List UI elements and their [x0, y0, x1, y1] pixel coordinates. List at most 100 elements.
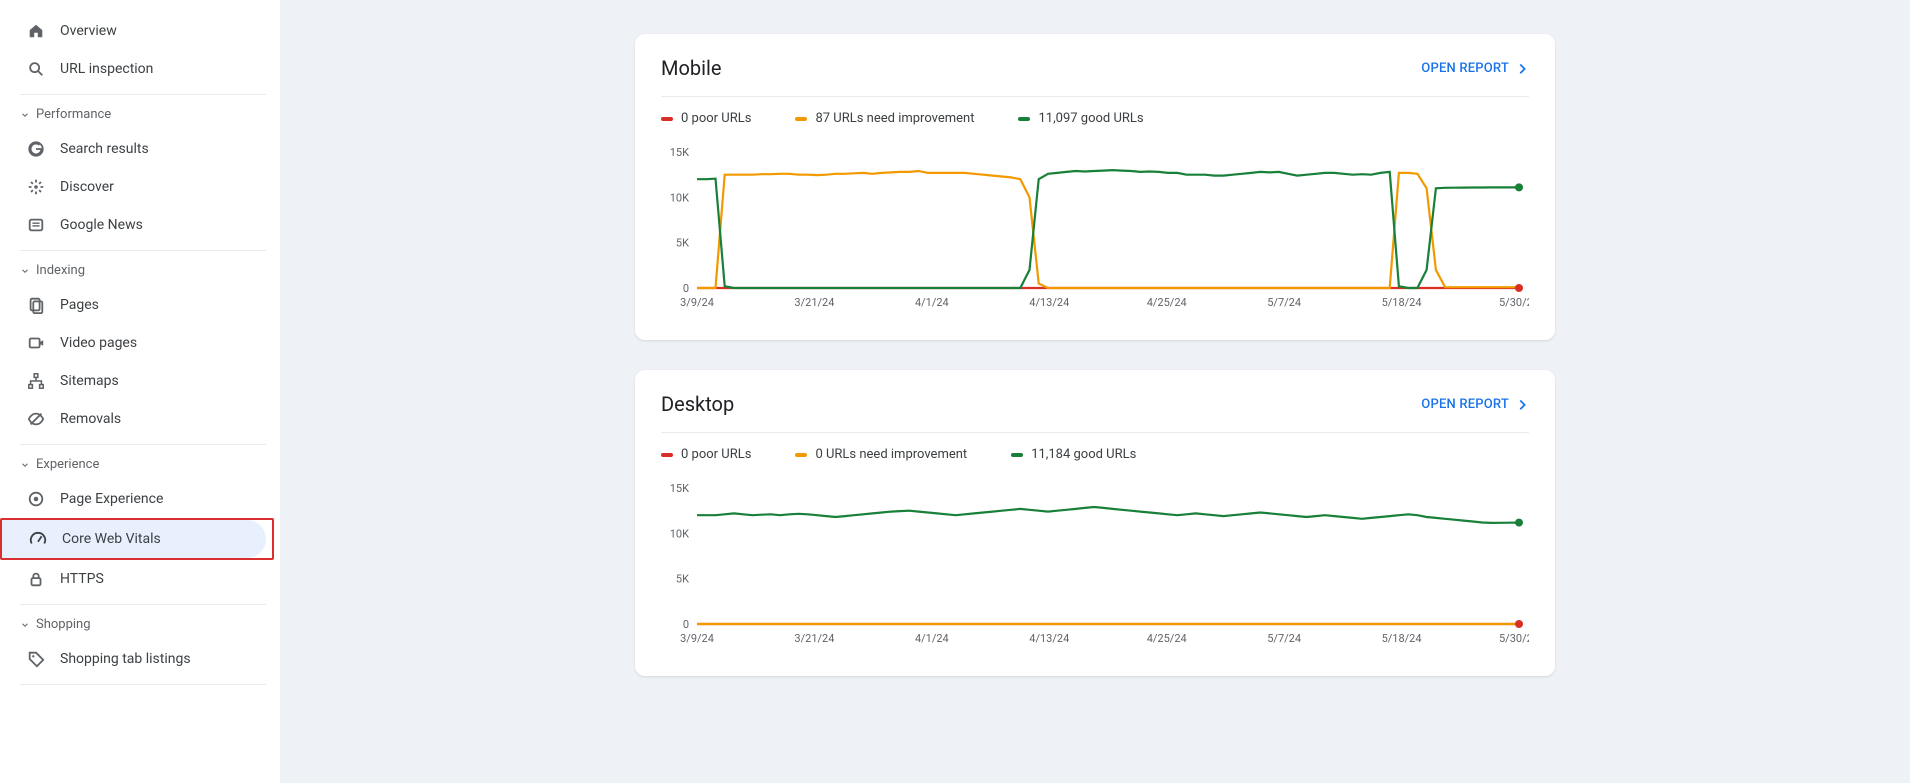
- svg-text:4/25/24: 4/25/24: [1147, 296, 1187, 309]
- sidebar-item-label: Search results: [60, 141, 149, 157]
- chevron-down-icon: [20, 620, 32, 630]
- svg-text:5K: 5K: [676, 237, 689, 250]
- search-icon: [26, 59, 46, 79]
- card-desktop: Desktop OPEN REPORT 0 poor URLs 0 URLs n…: [635, 370, 1555, 676]
- lock-icon: [26, 569, 46, 589]
- sidebar-item-label: Page Experience: [60, 491, 163, 507]
- sidebar-item-removals[interactable]: Removals: [0, 400, 264, 438]
- card-title: Mobile: [661, 56, 721, 80]
- divider: [20, 684, 266, 685]
- discover-icon: [26, 177, 46, 197]
- sidebar-item-overview[interactable]: Overview: [0, 12, 264, 50]
- sidebar-item-video pages[interactable]: Video pages: [0, 324, 264, 362]
- sidebar-item-core web vitals[interactable]: Core Web Vitals: [2, 520, 266, 558]
- sidebar-item-label: Shopping tab listings: [60, 651, 191, 667]
- legend-label: 11,184 good URLs: [1031, 447, 1136, 462]
- sidebar-item-search results[interactable]: Search results: [0, 130, 264, 168]
- svg-text:3/9/24: 3/9/24: [680, 632, 714, 645]
- chevron-down-icon: [20, 266, 32, 276]
- chevron-right-icon: [1515, 397, 1529, 411]
- sidebar-item-label: Overview: [60, 23, 117, 39]
- legend-label: 11,097 good URLs: [1038, 111, 1143, 126]
- legend-label: 0 poor URLs: [681, 111, 751, 126]
- chart-series-need: [697, 171, 1519, 288]
- tag-icon: [26, 649, 46, 669]
- pages-icon: [26, 295, 46, 315]
- legend-swatch: [661, 453, 673, 457]
- svg-text:10K: 10K: [670, 527, 689, 540]
- chart-series-good: [697, 507, 1519, 523]
- sidebar-group-label: Indexing: [36, 263, 85, 278]
- sidebar-item-label: HTTPS: [60, 571, 104, 587]
- legend-swatch: [795, 453, 807, 457]
- svg-text:10K: 10K: [670, 191, 689, 204]
- svg-text:0: 0: [683, 282, 689, 295]
- svg-text:5K: 5K: [676, 573, 689, 586]
- sidebar-item-url inspection[interactable]: URL inspection: [0, 50, 264, 88]
- svg-text:4/1/24: 4/1/24: [915, 632, 949, 645]
- svg-text:4/13/24: 4/13/24: [1029, 632, 1069, 645]
- sidebar-item-label: Video pages: [60, 335, 137, 351]
- sidebar-item-page experience[interactable]: Page Experience: [0, 480, 264, 518]
- legend-label: 0 URLs need improvement: [815, 447, 967, 462]
- sidebar-group-header[interactable]: Shopping: [0, 609, 280, 640]
- sidebar-group-header[interactable]: Performance: [0, 99, 280, 130]
- legend-item-good: 11,184 good URLs: [1011, 447, 1136, 462]
- legend-swatch: [795, 117, 807, 121]
- svg-text:5/7/24: 5/7/24: [1267, 296, 1301, 309]
- chevron-right-icon: [1515, 61, 1529, 75]
- svg-text:5/18/24: 5/18/24: [1382, 632, 1422, 645]
- sidebar-item-label: Discover: [60, 179, 114, 195]
- sidebar-item-label: Removals: [60, 411, 121, 427]
- svg-text:3/9/24: 3/9/24: [680, 296, 714, 309]
- sidebar-group-header[interactable]: Indexing: [0, 255, 280, 286]
- sidebar-item-label: Google News: [60, 217, 143, 233]
- sidebar-item-google news[interactable]: Google News: [0, 206, 264, 244]
- chart: 05K10K15K3/9/243/21/244/1/244/13/244/25/…: [661, 132, 1529, 322]
- svg-text:3/21/24: 3/21/24: [794, 296, 834, 309]
- sidebar-group-label: Experience: [36, 457, 99, 472]
- sidebar-item-shopping tab listings[interactable]: Shopping tab listings: [0, 640, 264, 678]
- removal-icon: [26, 409, 46, 429]
- chart: 05K10K15K3/9/243/21/244/1/244/13/244/25/…: [661, 468, 1529, 658]
- sidebar-item-label: Pages: [60, 297, 99, 313]
- legend-label: 0 poor URLs: [681, 447, 751, 462]
- divider: [20, 94, 266, 95]
- sidebar-group-label: Performance: [36, 107, 111, 122]
- sidebar-item-label: URL inspection: [60, 61, 153, 77]
- divider: [20, 250, 266, 251]
- svg-text:15K: 15K: [670, 482, 689, 495]
- sidebar-group-label: Shopping: [36, 617, 91, 632]
- divider: [20, 604, 266, 605]
- sidebar-item-label: Core Web Vitals: [62, 531, 161, 547]
- sidebar-item-https[interactable]: HTTPS: [0, 560, 264, 598]
- chevron-down-icon: [20, 110, 32, 120]
- legend: 0 poor URLs 0 URLs need improvement 11,1…: [661, 447, 1529, 462]
- svg-text:15K: 15K: [670, 146, 689, 159]
- card-title: Desktop: [661, 392, 734, 416]
- svg-text:4/25/24: 4/25/24: [1147, 632, 1187, 645]
- chart-series-good: [697, 170, 1519, 288]
- sidebar-item-pages[interactable]: Pages: [0, 286, 264, 324]
- g-icon: [26, 139, 46, 159]
- legend-swatch: [1011, 453, 1023, 457]
- legend-item-need: 87 URLs need improvement: [795, 111, 974, 126]
- main-content: Mobile OPEN REPORT 0 poor URLs 87 URLs n…: [280, 0, 1910, 783]
- legend-item-poor: 0 poor URLs: [661, 111, 751, 126]
- sidebar-item-label: Sitemaps: [60, 373, 119, 389]
- sidebar-group-header[interactable]: Experience: [0, 449, 280, 480]
- open-report-label: OPEN REPORT: [1421, 397, 1509, 412]
- chevron-down-icon: [20, 460, 32, 470]
- legend-item-poor: 0 poor URLs: [661, 447, 751, 462]
- card-mobile: Mobile OPEN REPORT 0 poor URLs 87 URLs n…: [635, 34, 1555, 340]
- svg-text:5/30/24: 5/30/24: [1499, 296, 1529, 309]
- open-report-button[interactable]: OPEN REPORT: [1421, 397, 1529, 412]
- legend-item-need: 0 URLs need improvement: [795, 447, 967, 462]
- open-report-label: OPEN REPORT: [1421, 61, 1509, 76]
- open-report-button[interactable]: OPEN REPORT: [1421, 61, 1529, 76]
- sidebar-item-sitemaps[interactable]: Sitemaps: [0, 362, 264, 400]
- svg-text:5/30/24: 5/30/24: [1499, 632, 1529, 645]
- svg-text:3/21/24: 3/21/24: [794, 632, 834, 645]
- news-icon: [26, 215, 46, 235]
- sidebar-item-discover[interactable]: Discover: [0, 168, 264, 206]
